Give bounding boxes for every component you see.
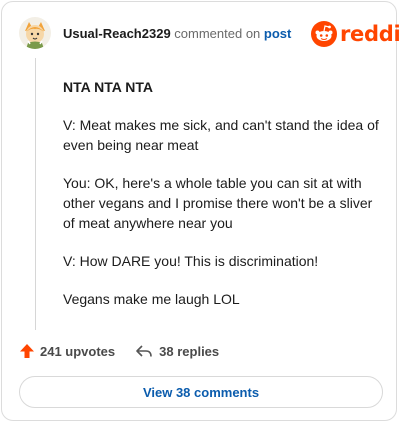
action-text: commented on: [174, 26, 261, 41]
reddit-logo-icon: [311, 21, 337, 47]
thread-line[interactable]: [35, 58, 36, 330]
comment-paragraph: V: How DARE you! This is discrimination!: [63, 253, 319, 269]
comment-header: Usual-Reach2329 commented on post: [63, 26, 291, 42]
comment-body: NTA NTA NTA V: Meat makes me sick, and c…: [63, 77, 383, 327]
replies-count: 38 replies: [159, 343, 220, 359]
comment-card: Usual-Reach2329 commented on post reddit…: [1, 1, 400, 421]
comment-paragraph: You: OK, here's a whole table you can si…: [63, 175, 373, 231]
reddit-logo[interactable]: reddit: [311, 20, 400, 48]
upvote-arrow-icon: [20, 344, 34, 358]
avatar[interactable]: [19, 17, 51, 49]
upvote-button[interactable]: 241 upvotes: [19, 343, 115, 359]
comment-paragraph: V: Meat makes me sick, and can't stand t…: [63, 117, 379, 153]
username-link[interactable]: Usual-Reach2329: [63, 26, 171, 41]
comment-footer: 241 upvotes 38 replies: [19, 343, 219, 359]
upvote-count: 241 upvotes: [40, 343, 116, 359]
post-link[interactable]: post: [264, 26, 291, 41]
avatar-image: [19, 17, 51, 49]
view-comments-button[interactable]: View 38 comments: [19, 376, 383, 408]
reddit-wordmark: reddit: [340, 22, 400, 46]
comment-paragraph: Vegans make me laugh LOL: [63, 291, 240, 307]
reply-icon: [136, 345, 152, 357]
replies-button[interactable]: 38 replies: [135, 343, 219, 359]
comment-paragraph: NTA NTA NTA: [63, 79, 153, 95]
